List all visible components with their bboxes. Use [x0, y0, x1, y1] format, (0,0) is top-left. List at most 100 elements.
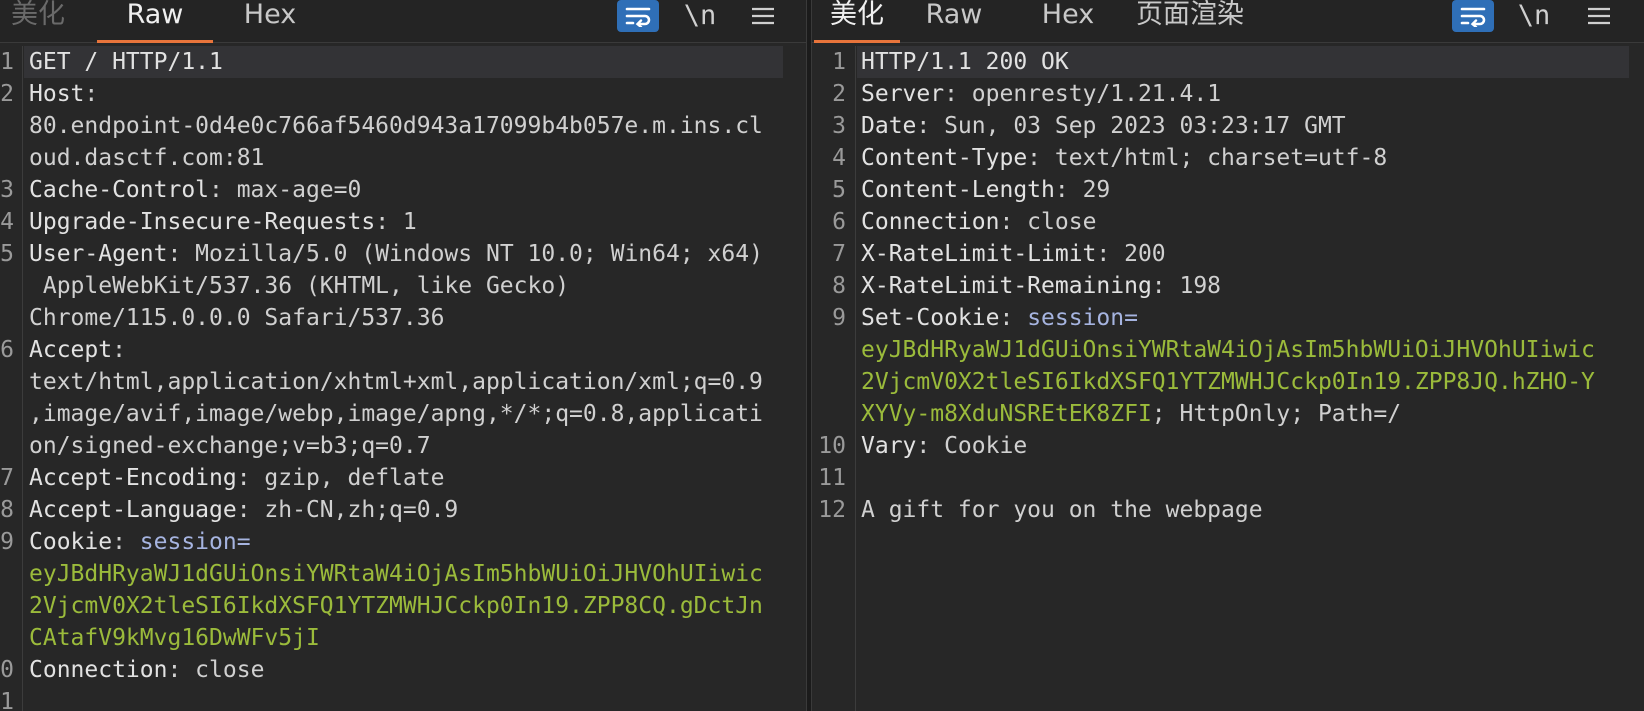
request-header-user-agent-cont: Chrome/115.0.0.0 Safari/537.36	[0, 302, 806, 334]
header-value: : close	[167, 657, 265, 683]
request-header-upgrade-insecure: 4 Upgrade-Insecure-Requests: 1	[0, 206, 806, 238]
hamburger-menu-icon	[752, 7, 774, 25]
response-header-ratelimit-limit: 7 X-RateLimit-Limit: 200	[812, 238, 1644, 270]
cookie-value: XYVy-m8XduNSREtEK8ZFI	[861, 401, 1152, 427]
request-tab-raw[interactable]: Raw	[97, 0, 213, 43]
header-value: : 29	[1054, 177, 1111, 203]
request-tab-bar: 美化 Raw Hex \n	[0, 0, 806, 43]
request-editor[interactable]: 1 GET / HTTP/1.1 2 Host: 80.endpoint-0d4…	[0, 46, 806, 711]
line-number: 3	[0, 177, 14, 203]
cookie-name: session=	[1027, 305, 1138, 331]
wrap-lines-icon	[625, 7, 651, 27]
request-header-host-cont: 80.endpoint-0d4e0c766af5460d943a17099b4b…	[0, 110, 806, 142]
header-value: : Sun, 03 Sep 2023 03:23:17 GMT	[916, 113, 1346, 139]
line-number: 9	[0, 529, 14, 555]
request-empty-line: 1	[0, 686, 806, 711]
header-value: : 200	[1096, 241, 1166, 267]
header-value: : max-age=0	[209, 177, 362, 203]
header-value: 80.endpoint-0d4e0c766af5460d943a17099b4b…	[29, 113, 763, 139]
hamburger-menu-icon	[1588, 7, 1610, 25]
line-number: 8	[832, 273, 846, 299]
response-header-server: 2 Server: openresty/1.21.4.1	[812, 78, 1644, 110]
line-number: 11	[818, 465, 846, 491]
header-value: Chrome/115.0.0.0 Safari/537.36	[29, 305, 445, 331]
response-wrap-lines-button[interactable]	[1452, 0, 1494, 32]
cookie-name: session=	[139, 529, 251, 555]
response-tab-pretty[interactable]: 美化	[814, 0, 900, 43]
response-menu-button[interactable]	[1584, 0, 1614, 32]
response-header-content-type: 4 Content-Type: text/html; charset=utf-8	[812, 142, 1644, 174]
line-number: 4	[0, 209, 14, 235]
request-header-connection: 0 Connection: close	[0, 654, 806, 686]
response-editor[interactable]: 1 HTTP/1.1 200 OK 2 Server: openresty/1.…	[812, 46, 1644, 711]
response-header-connection: 6 Connection: close	[812, 206, 1644, 238]
response-empty-line: 11	[812, 462, 1644, 494]
header-name: Set-Cookie	[861, 305, 1000, 331]
header-value: oud.dasctf.com:81	[29, 145, 265, 171]
request-show-newlines-button[interactable]: \n	[680, 0, 720, 32]
header-name: X-RateLimit-Limit	[861, 241, 1097, 267]
response-pane: 美化 Raw Hex 页面渲染 \n 1 HTTP/1.1 200 OK 2 S…	[812, 0, 1644, 711]
response-cookie-value: 2VjcmV0X2tleSI6IkdXSFQ1YTZMWHJCckp0In19.…	[812, 366, 1644, 398]
header-separator: :	[999, 305, 1028, 331]
request-header-user-agent: 5 User-Agent: Mozilla/5.0 (Windows NT 10…	[0, 238, 806, 270]
header-name: Accept-Encoding	[29, 465, 237, 491]
status-line-text: HTTP/1.1 200 OK	[861, 49, 1069, 75]
cookie-value: 2VjcmV0X2tleSI6IkdXSFQ1YTZMWHJCckp0In19.…	[29, 593, 763, 619]
response-cookie-value: XYVy-m8XduNSREtEK8ZFI; HttpOnly; Path=/	[812, 398, 1644, 430]
line-number: 2	[0, 81, 14, 107]
cookie-value: eyJBdHRyaWJ1dGUiOnsiYWRtaW4iOjAsIm5hbWUi…	[861, 337, 1595, 363]
header-name: Host	[29, 81, 85, 107]
header-name: Upgrade-Insecure-Requests	[29, 209, 376, 235]
line-number: 4	[832, 145, 846, 171]
header-value: : zh-CN,zh;q=0.9	[236, 497, 459, 523]
header-name: Cookie	[29, 529, 113, 555]
request-tab-hex[interactable]: Hex	[228, 0, 312, 40]
line-number: 6	[832, 209, 846, 235]
line-number: 1	[832, 49, 846, 75]
header-value: : openresty/1.21.4.1	[944, 81, 1222, 107]
header-name: X-RateLimit-Remaining	[861, 273, 1152, 299]
request-cookie-value: eyJBdHRyaWJ1dGUiOnsiYWRtaW4iOjAsIm5hbWUi…	[0, 558, 806, 590]
request-header-host: 2 Host:	[0, 78, 806, 110]
response-header-content-length: 5 Content-Length: 29	[812, 174, 1644, 206]
request-header-user-agent-cont: AppleWebKit/537.36 (KHTML, like Gecko)	[0, 270, 806, 302]
request-header-accept-cont: on/signed-exchange;v=b3;q=0.7	[0, 430, 806, 462]
header-value: : text/html; charset=utf-8	[1027, 145, 1388, 171]
line-number: 1	[0, 689, 14, 711]
request-menu-button[interactable]	[748, 0, 778, 32]
line-number: 0	[0, 657, 14, 683]
header-name: User-Agent	[29, 241, 168, 267]
header-value: text/html,application/xhtml+xml,applicat…	[29, 369, 763, 395]
request-wrap-lines-button[interactable]	[617, 0, 659, 32]
response-tab-hex[interactable]: Hex	[1026, 0, 1110, 40]
response-tab-raw[interactable]: Raw	[912, 0, 996, 40]
response-tab-bar: 美化 Raw Hex 页面渲染 \n	[812, 0, 1644, 43]
request-tab-pretty[interactable]: 美化	[8, 0, 68, 40]
header-value: AppleWebKit/537.36 (KHTML, like Gecko)	[29, 273, 570, 299]
request-header-cookie: 9 Cookie: session=	[0, 526, 806, 558]
header-name: Cache-Control	[29, 177, 210, 203]
header-name: Server	[861, 81, 945, 107]
line-number: 8	[0, 497, 14, 523]
response-header-set-cookie: 9 Set-Cookie: session=	[812, 302, 1644, 334]
header-value: : close	[999, 209, 1097, 235]
header-value: : 198	[1151, 273, 1222, 299]
request-header-accept-encoding: 7 Accept-Encoding: gzip, deflate	[0, 462, 806, 494]
response-header-vary: 10 Vary: Cookie	[812, 430, 1644, 462]
header-value: : Cookie	[916, 433, 1028, 459]
header-name: Content-Length	[861, 177, 1055, 203]
request-pane: 美化 Raw Hex \n 1 GET / HTTP/1.1 2 Host: 8…	[0, 0, 806, 711]
response-show-newlines-button[interactable]: \n	[1514, 0, 1554, 32]
header-value: : 1	[375, 209, 417, 235]
line-number: 1	[0, 49, 14, 75]
line-number: 5	[0, 241, 14, 267]
response-body-text: A gift for you on the webpage	[861, 497, 1263, 523]
request-header-accept: 6 Accept:	[0, 334, 806, 366]
response-tab-render[interactable]: 页面渲染	[1130, 0, 1250, 40]
request-header-accept-cont: text/html,application/xhtml+xml,applicat…	[0, 366, 806, 398]
cookie-attributes: ; HttpOnly; Path=/	[1151, 401, 1402, 427]
request-header-cache-control: 3 Cache-Control: max-age=0	[0, 174, 806, 206]
wrap-lines-icon	[1460, 7, 1486, 27]
cookie-value: CAtafV9kMvg16DwWFv5jI	[29, 625, 320, 651]
